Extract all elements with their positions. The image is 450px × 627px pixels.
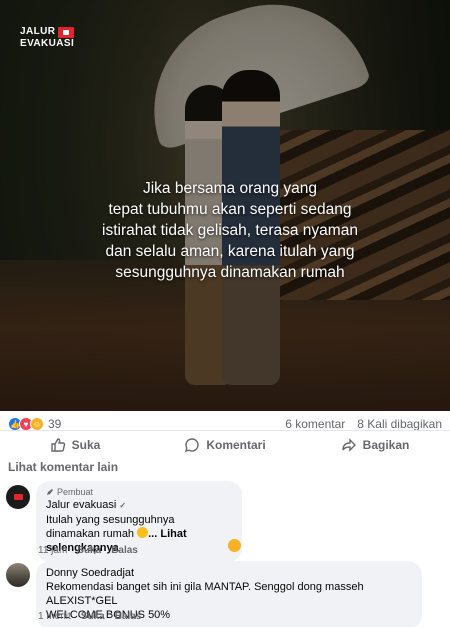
reaction-icons[interactable]: 👍 ♥ ☺ xyxy=(8,417,44,431)
like-label: Suka xyxy=(71,437,101,452)
badge-label: Pembuat xyxy=(57,487,94,497)
comment-time[interactable]: 11 jam xyxy=(38,545,67,556)
haha-reaction-icon: ☺ xyxy=(30,417,44,431)
comment-bubble-icon xyxy=(185,437,199,452)
flag-icon xyxy=(58,26,75,38)
like-button[interactable]: Suka xyxy=(0,431,150,458)
quote-line: Jika bersama orang yang xyxy=(142,180,318,197)
comment-meta: 11 jam Suka Balas xyxy=(38,545,138,556)
comment-meta: 1 menit Suka Balas xyxy=(38,611,141,622)
smile-emoji-icon xyxy=(137,527,149,538)
share-label: Bagikan xyxy=(362,437,410,452)
share-count[interactable]: 8 Kali dibagikan xyxy=(357,417,442,431)
comment-text-line: Rekomendasi banget sih ini gila MANTAP. … xyxy=(46,581,364,607)
comment-author[interactable]: Jalur evakuasi ✓ xyxy=(46,498,232,513)
share-button[interactable]: Bagikan xyxy=(300,431,450,458)
post-image[interactable]: JALUR EVAKUASI Jika bersama orang yang t… xyxy=(0,0,450,411)
quote-line: tepat tubuhmu akan seperti sedang xyxy=(108,201,352,218)
quote-text: Jika bersama orang yang tepat tubuhmu ak… xyxy=(60,178,400,283)
haha-emoji-icon[interactable] xyxy=(228,539,241,552)
quote-line: istirahat tidak gelisah, terasa nyaman xyxy=(102,222,358,239)
comment-reply-link[interactable]: Balas xyxy=(115,611,142,622)
share-arrow-icon xyxy=(341,437,356,452)
pencil-icon xyxy=(47,489,53,495)
comment-text: dinamakan rumah xyxy=(46,528,135,540)
comment-like-link[interactable]: Suka xyxy=(77,545,101,556)
quote-line: dan selalu aman, karena itulah yang xyxy=(105,243,355,260)
brand-logo: JALUR EVAKUASI xyxy=(20,26,75,50)
author-name: Jalur evakuasi xyxy=(46,499,117,511)
comment-author[interactable]: Donny Soedradjat xyxy=(46,566,412,580)
comment-count[interactable]: 6 komentar xyxy=(285,417,345,431)
comment-time[interactable]: 1 menit xyxy=(38,611,71,622)
comment-like-link[interactable]: Suka xyxy=(81,611,105,622)
comment-text-line: Itulah yang sesungguhnya xyxy=(46,514,175,526)
author-badge: Pembuat xyxy=(46,486,232,498)
brand-line1: JALUR xyxy=(20,26,56,37)
verified-icon: ✓ xyxy=(119,501,127,510)
avatar[interactable] xyxy=(6,485,30,509)
comment-reply-link[interactable]: Balas xyxy=(111,545,138,556)
reaction-count[interactable]: 39 xyxy=(48,417,61,431)
flag-icon xyxy=(14,494,23,500)
action-bar: Suka Komentari Bagikan xyxy=(0,430,450,458)
comment-button[interactable]: Komentari xyxy=(150,431,300,458)
brand-line2: EVAKUASI xyxy=(20,38,75,49)
comment-label: Komentari xyxy=(206,437,266,452)
view-more-comments-link[interactable]: Lihat komentar lain xyxy=(8,460,118,474)
quote-line: sesungguhnya dinamakan rumah xyxy=(115,264,345,281)
like-thumb-icon xyxy=(50,437,65,452)
avatar[interactable] xyxy=(6,563,30,587)
